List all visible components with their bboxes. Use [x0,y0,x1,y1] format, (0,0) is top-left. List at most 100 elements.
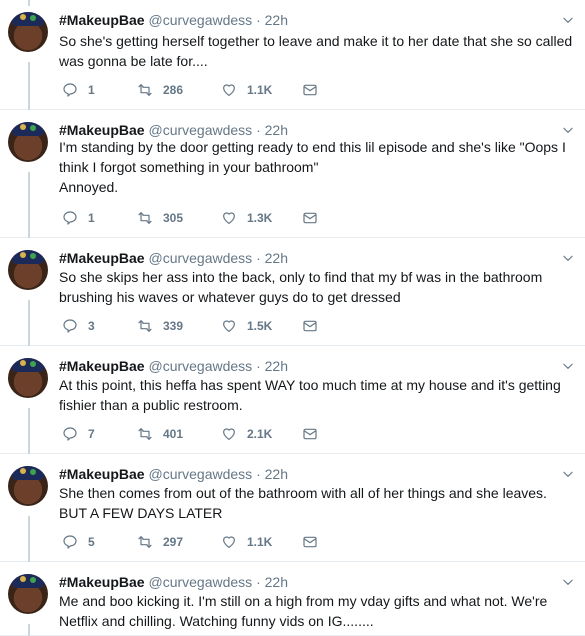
reply-icon [62,534,88,550]
reply-icon [62,318,88,334]
user-handle[interactable]: @curvegawdess [148,12,252,28]
avatar-headwrap [12,358,44,372]
reply-button[interactable]: 7 [62,426,95,442]
thread-connector-line [28,172,30,238]
retweet-button[interactable]: 286 [137,82,183,98]
tweet-text: Me and boo kicking it. I'm still on a hi… [59,593,548,629]
display-name[interactable]: #MakeupBae [59,122,145,138]
reply-count: 1 [88,211,95,225]
retweet-count: 401 [163,427,184,441]
user-handle[interactable]: @curvegawdess [148,250,252,266]
display-name[interactable]: #MakeupBae [59,466,145,482]
thread-connector-line [28,0,30,6]
avatar[interactable] [8,466,48,506]
reply-button[interactable]: 1 [62,210,95,226]
display-name[interactable]: #MakeupBae [59,12,145,28]
tweet-header: #MakeupBae @curvegawdess · 22h [59,573,288,591]
reply-button[interactable]: 3 [62,318,95,334]
like-button[interactable]: 1.3K [221,210,272,226]
chevron-down-icon[interactable] [561,575,575,589]
avatar[interactable] [8,574,48,614]
display-name[interactable]: #MakeupBae [59,250,145,266]
tweet[interactable]: #MakeupBae @curvegawdess · 22h I'm standi… [0,110,585,238]
timestamp[interactable]: · 22h [256,574,288,590]
chevron-down-icon[interactable] [561,467,575,481]
retweet-button[interactable]: 401 [137,426,183,442]
envelope-icon [302,426,328,442]
heart-icon [221,426,247,442]
avatar[interactable] [8,250,48,290]
like-count: 2.1K [247,427,273,441]
chevron-down-icon[interactable] [561,359,575,373]
avatar[interactable] [8,12,48,52]
tweet-thread: #MakeupBae @curvegawdess · 22h So she's g… [0,0,585,636]
retweet-icon [137,534,163,550]
timestamp[interactable]: · 22h [256,250,288,266]
retweet-button[interactable]: 305 [137,210,183,226]
like-count: 1.3K [247,211,273,225]
display-name[interactable]: #MakeupBae [59,574,145,590]
tweet-text: So she's getting herself together to lea… [59,33,573,69]
user-handle[interactable]: @curvegawdess [148,358,252,374]
reply-icon [62,210,88,226]
direct-message-button[interactable] [302,210,328,226]
reply-count: 5 [88,535,95,549]
tweet-text: I'm standing by the door getting ready t… [59,139,566,195]
like-button[interactable]: 1.5K [221,318,272,334]
avatar-headwrap [12,466,44,480]
envelope-icon [302,534,328,550]
tweet-header: #MakeupBae @curvegawdess · 22h [59,11,288,29]
like-button[interactable]: 1.1K [221,534,272,550]
reply-icon [62,426,88,442]
tweet-header: #MakeupBae @curvegawdess · 22h [59,465,288,483]
user-handle[interactable]: @curvegawdess [148,122,252,138]
avatar[interactable] [8,358,48,398]
avatar-headwrap [12,122,44,136]
timestamp[interactable]: · 22h [256,358,288,374]
chevron-down-icon[interactable] [561,13,575,27]
retweet-button[interactable]: 297 [137,534,183,550]
retweet-icon [137,210,163,226]
timestamp[interactable]: · 22h [256,122,288,138]
retweet-icon [137,82,163,98]
reply-icon [62,82,88,98]
direct-message-button[interactable] [302,318,328,334]
envelope-icon [302,318,328,334]
tweet[interactable]: #MakeupBae @curvegawdess · 22h At this po… [0,346,585,454]
thread-connector-line [28,516,30,562]
reply-button[interactable]: 1 [62,82,95,98]
chevron-down-icon[interactable] [561,123,575,137]
heart-icon [221,534,247,550]
retweet-count: 286 [163,83,184,97]
thread-connector-line [28,300,30,346]
reply-count: 3 [88,319,95,333]
avatar[interactable] [8,122,48,162]
tweet[interactable]: #MakeupBae @curvegawdess · 22h So she ski… [0,238,585,346]
like-count: 1.5K [247,319,273,333]
tweet[interactable]: #MakeupBae @curvegawdess · 22h So she's g… [0,0,585,110]
tweet-text: She then comes from out of the bathroom … [59,485,547,521]
avatar-headwrap [12,574,44,588]
reply-button[interactable]: 5 [62,534,95,550]
heart-icon [221,318,247,334]
user-handle[interactable]: @curvegawdess [148,574,252,590]
retweet-count: 297 [163,535,184,549]
direct-message-button[interactable] [302,82,328,98]
tweet[interactable]: #MakeupBae @curvegawdess · 22h Me and boo… [0,562,585,636]
like-count: 1.1K [247,535,273,549]
display-name[interactable]: #MakeupBae [59,358,145,374]
retweet-icon [137,426,163,442]
direct-message-button[interactable] [302,534,328,550]
retweet-button[interactable]: 339 [137,318,183,334]
like-button[interactable]: 2.1K [221,426,272,442]
chevron-down-icon[interactable] [561,251,575,265]
user-handle[interactable]: @curvegawdess [148,466,252,482]
timestamp[interactable]: · 22h [256,12,288,28]
reply-count: 7 [88,427,95,441]
tweet-text: So she skips her ass into the back, only… [59,269,543,305]
tweet[interactable]: #MakeupBae @curvegawdess · 22h She then c… [0,454,585,562]
timestamp[interactable]: · 22h [256,466,288,482]
avatar-headwrap [12,250,44,264]
like-button[interactable]: 1.1K [221,82,272,98]
direct-message-button[interactable] [302,426,328,442]
